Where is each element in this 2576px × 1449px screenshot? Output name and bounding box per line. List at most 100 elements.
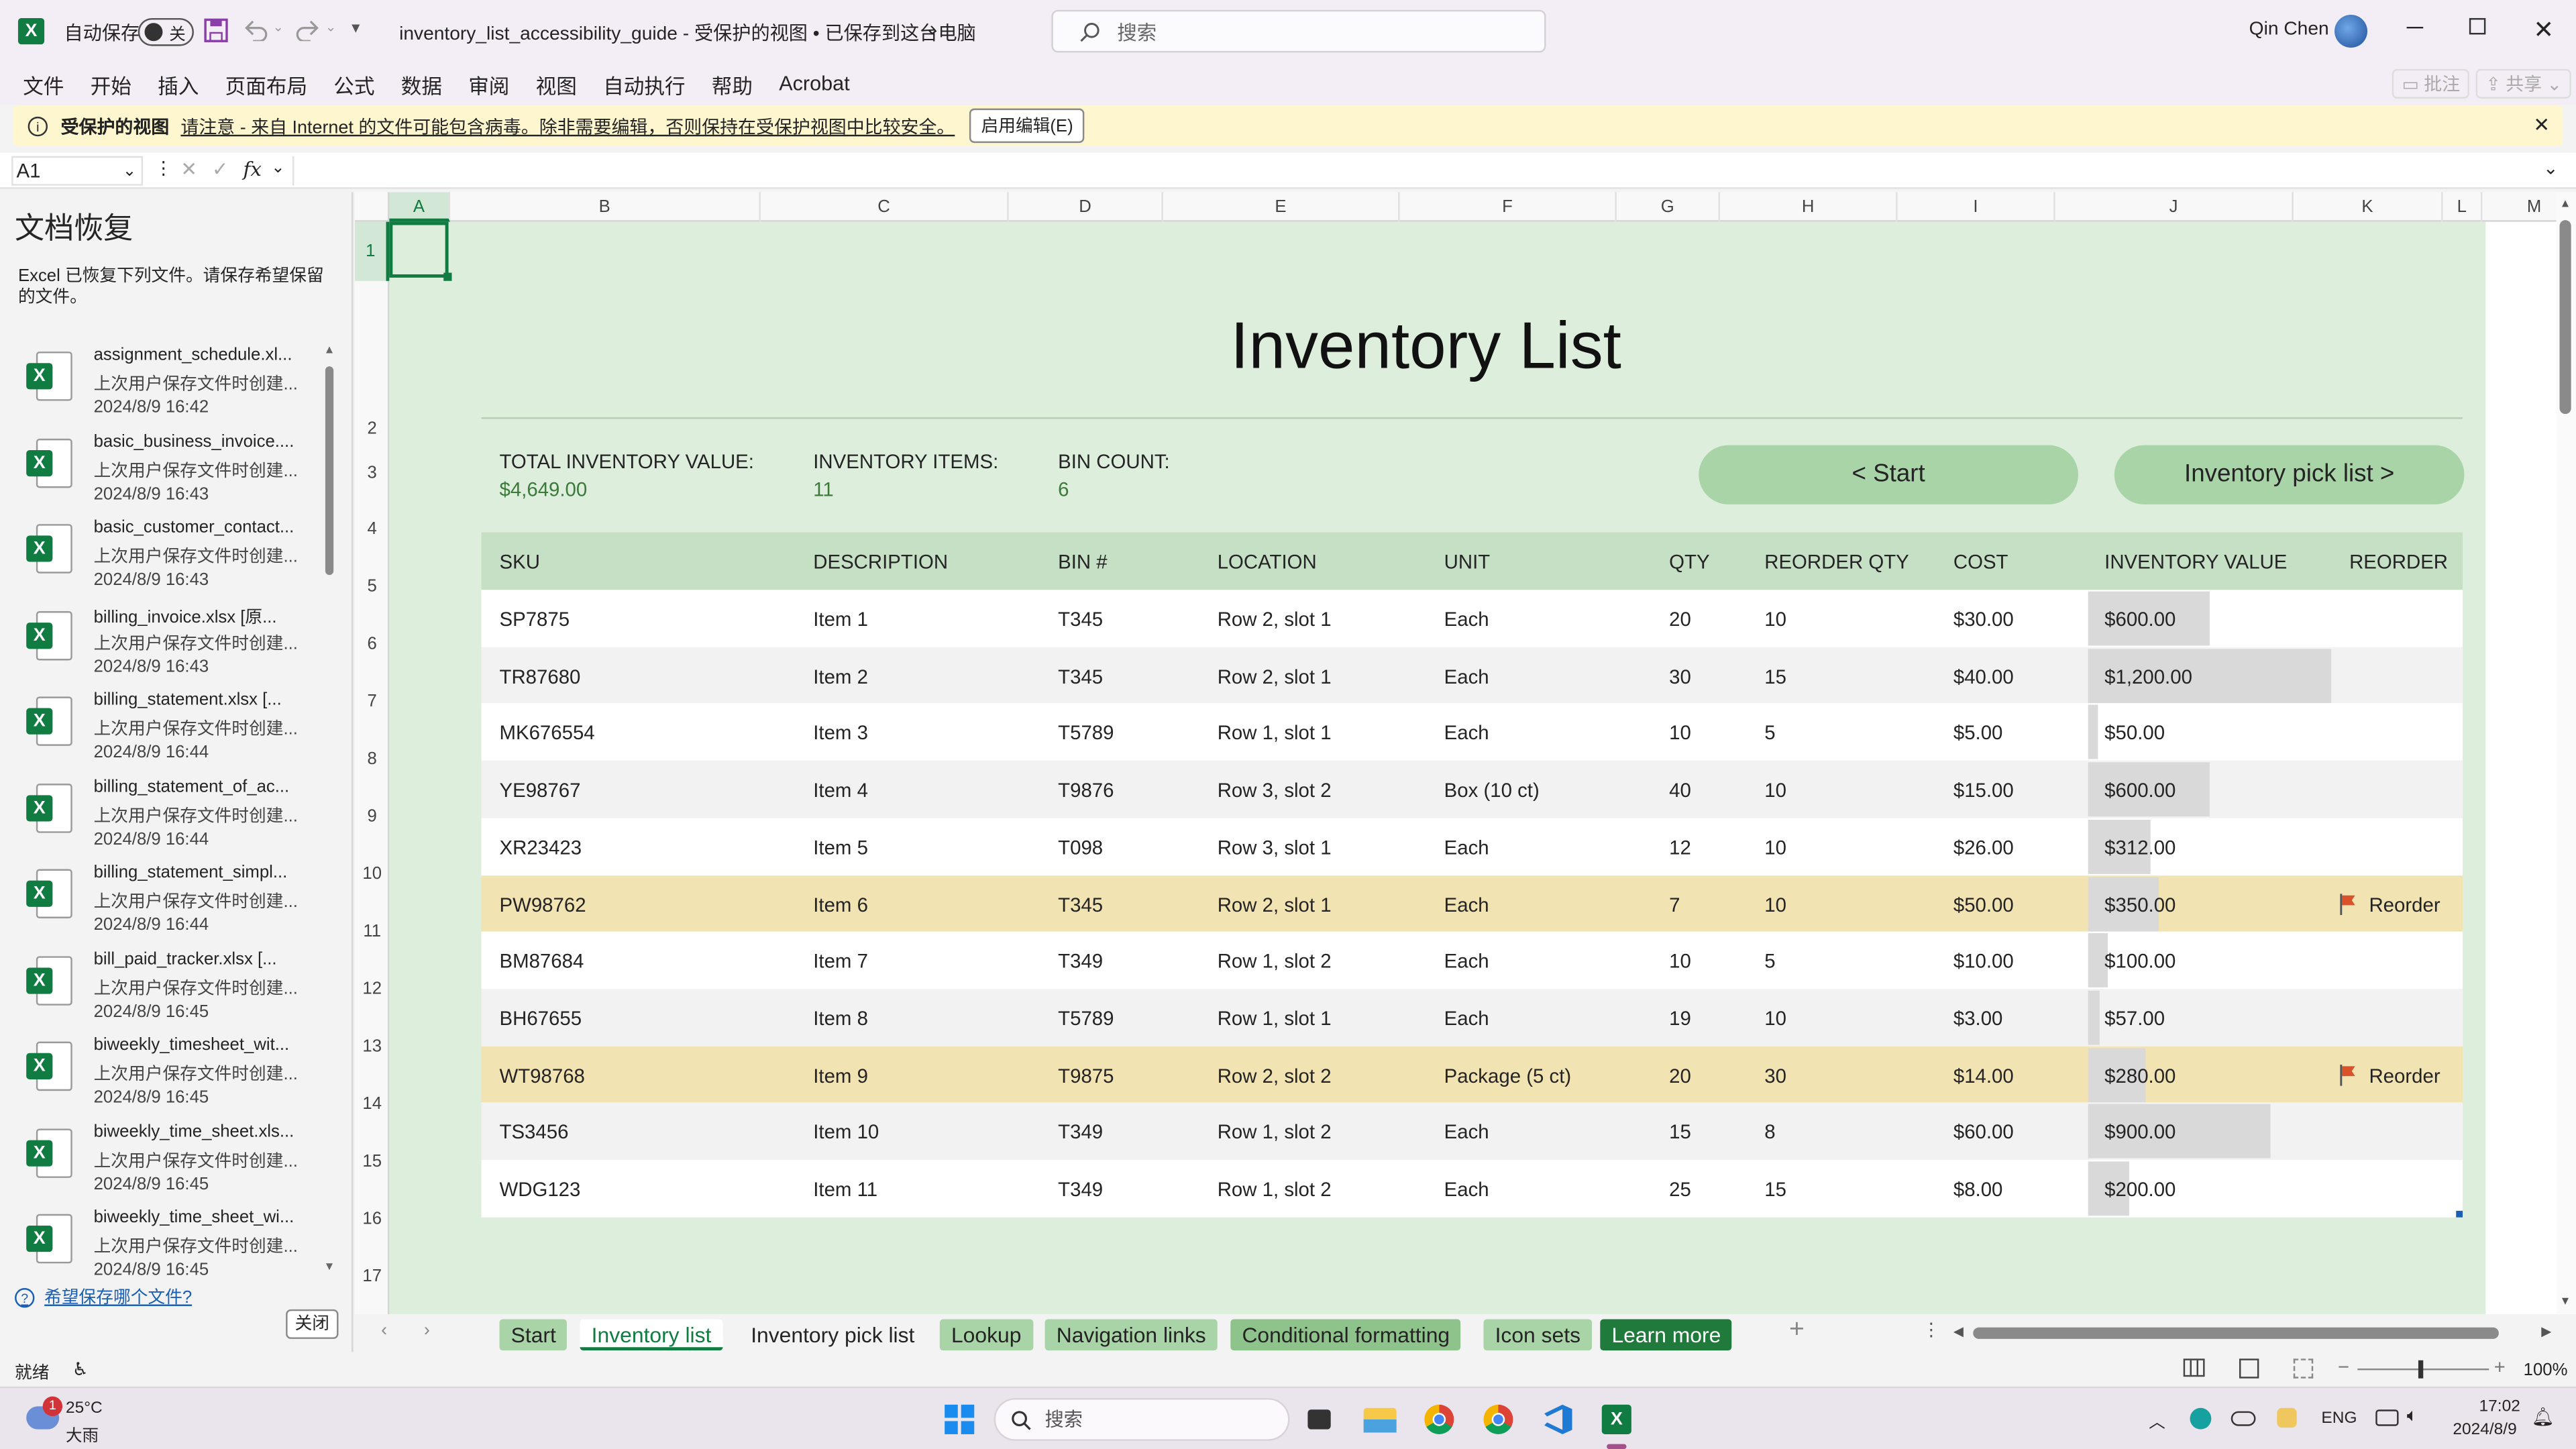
recovery-file-item[interactable]: Xbilling_statement.xlsx [... 上次用户保存文件时创建.…	[13, 690, 309, 775]
volume-icon[interactable]: 🔈︎	[2407, 1406, 2418, 1428]
expand-formula-icon[interactable]: ⌄	[2543, 158, 2559, 179]
title-dropdown-icon[interactable]: ⌄	[925, 18, 941, 39]
row-header[interactable]: 2	[355, 281, 389, 445]
sheet-tab[interactable]: Navigation links	[1044, 1319, 1218, 1351]
sheet-tab[interactable]: Inventory list	[580, 1319, 723, 1351]
network-icon[interactable]	[2375, 1409, 2399, 1426]
start-link-button[interactable]: < Start	[1699, 445, 2078, 504]
enable-editing-button[interactable]: 启用编辑(E)	[969, 108, 1085, 144]
fx-dropdown-icon[interactable]: ⌄	[271, 160, 285, 178]
vscode-icon[interactable]	[1538, 1400, 1577, 1440]
undo-dropdown-icon[interactable]: ⌄	[273, 19, 284, 34]
column-header[interactable]: C	[761, 192, 1009, 222]
row-header[interactable]: 13	[355, 1018, 389, 1076]
show-hidden-icons[interactable]: ︿	[2149, 1408, 2165, 1433]
row-header[interactable]: 10	[355, 846, 389, 904]
which-files-link[interactable]: ? 希望保存哪个文件?	[15, 1285, 192, 1309]
insert-function-icon[interactable]: fx	[243, 158, 261, 180]
zoom-level[interactable]: 100%	[2524, 1360, 2568, 1380]
chrome-profile-icon[interactable]	[1479, 1400, 1518, 1440]
notification-bell-icon[interactable]: 🔔︎	[2532, 1406, 2555, 1428]
column-header[interactable]: K	[2294, 192, 2443, 222]
taskbar-search[interactable]: 搜索	[994, 1398, 1290, 1441]
name-box[interactable]: A1 ⌄	[11, 156, 144, 186]
sheet-tab[interactable]: Learn more	[1600, 1319, 1733, 1351]
column-header[interactable]: G	[1617, 192, 1721, 222]
scroll-up-icon[interactable]: ▲	[323, 345, 335, 356]
row-header[interactable]: 1	[354, 221, 390, 281]
recovery-file-item[interactable]: Xbasic_business_invoice.... 上次用户保存文件时创建..…	[13, 431, 309, 517]
excel-taskbar-icon[interactable]: X	[1597, 1400, 1636, 1449]
sheet-tab[interactable]: Start	[499, 1319, 568, 1351]
table-resize-handle[interactable]	[2456, 1210, 2463, 1218]
task-view-icon[interactable]	[1301, 1400, 1341, 1440]
ribbon-tab[interactable]: Acrobat	[766, 62, 863, 105]
zoom-slider-thumb[interactable]	[2418, 1360, 2424, 1379]
scroll-right-icon[interactable]: ▶	[2541, 1324, 2551, 1339]
row-header[interactable]: 5	[355, 559, 389, 616]
ribbon-tab[interactable]: 数据	[388, 62, 455, 105]
scroll-left-icon[interactable]: ◀	[1953, 1324, 1964, 1339]
row-header[interactable]: 11	[355, 904, 389, 961]
ribbon-tab[interactable]: 公式	[321, 62, 388, 105]
ribbon-tab[interactable]: 审阅	[455, 62, 523, 105]
avatar[interactable]	[2334, 15, 2368, 48]
recovery-scrollbar[interactable]: ▲ ▼	[323, 345, 337, 1273]
recovery-file-item[interactable]: Xbiweekly_timesheet_wit... 上次用户保存文件时创建...…	[13, 1035, 309, 1120]
row-header[interactable]: 7	[355, 674, 389, 731]
row-header[interactable]: 3	[355, 445, 389, 501]
recovery-file-item[interactable]: Xbilling_statement_of_ac... 上次用户保存文件时创建..…	[13, 776, 309, 861]
recovery-file-item[interactable]: Xbiweekly_time_sheet.xls... 上次用户保存文件时创建..…	[13, 1121, 309, 1206]
redo-icon[interactable]	[296, 19, 321, 42]
column-header[interactable]: J	[2055, 192, 2294, 222]
fill-handle[interactable]	[443, 272, 452, 281]
page-break-icon[interactable]	[2293, 1358, 2314, 1379]
cancel-formula-icon[interactable]: ✕	[180, 158, 197, 180]
onedrive-icon[interactable]	[2231, 1411, 2256, 1426]
row-header[interactable]: 8	[355, 731, 389, 789]
document-title[interactable]: inventory_list_accessibility_guide - 受保护…	[399, 19, 976, 46]
accessibility-icon[interactable]: ♿	[72, 1358, 89, 1380]
normal-view-icon[interactable]	[2183, 1358, 2205, 1377]
clock-time[interactable]: 17:02	[2479, 1398, 2520, 1416]
tray-app-icon[interactable]	[2277, 1407, 2297, 1428]
select-all-corner[interactable]	[355, 192, 390, 222]
column-header[interactable]: B	[450, 192, 761, 222]
horizontal-scrollbar[interactable]: ◀ ▶	[1953, 1322, 2551, 1344]
recovery-file-item[interactable]: Xbiweekly_time_sheet_wi... 上次用户保存文件时创建...…	[13, 1208, 309, 1277]
zoom-out-icon[interactable]: −	[2338, 1355, 2349, 1378]
zoom-slider[interactable]	[2357, 1360, 2489, 1379]
column-header[interactable]: M	[2482, 193, 2556, 222]
formula-input[interactable]	[292, 156, 2530, 186]
tab-options-icon[interactable]: ⋮	[1922, 1320, 1940, 1340]
recovery-file-item[interactable]: Xbasic_customer_contact... 上次用户保存文件时创建...…	[13, 517, 309, 602]
row-header[interactable]: 17	[355, 1248, 389, 1306]
page-layout-icon[interactable]	[2239, 1358, 2259, 1379]
save-icon[interactable]	[204, 18, 229, 43]
column-header[interactable]: F	[1400, 192, 1617, 222]
add-sheet-icon[interactable]: +	[1789, 1316, 1805, 1346]
scroll-down-icon[interactable]: ▼	[2560, 1296, 2571, 1307]
ribbon-tab[interactable]: 自动执行	[590, 62, 698, 105]
vertical-scrollbar[interactable]: ▲ ▼	[2556, 192, 2576, 1315]
row-header[interactable]: 4	[355, 501, 389, 559]
search-box[interactable]: 搜索	[1051, 9, 1546, 53]
scroll-up-icon[interactable]: ▲	[2560, 199, 2571, 210]
undo-icon[interactable]	[243, 19, 268, 42]
ribbon-tab[interactable]: 帮助	[698, 62, 765, 105]
sheet-tab[interactable]: Conditional formatting	[1230, 1319, 1462, 1351]
column-header[interactable]: L	[2443, 192, 2483, 222]
tab-scroll-right-icon[interactable]: ›	[424, 1321, 430, 1340]
clock-date[interactable]: 2024/8/9	[2453, 1421, 2516, 1439]
protected-view-message[interactable]: 请注意 - 来自 Internet 的文件可能包含病毒。除非需要编辑，否则保持在…	[180, 113, 955, 139]
column-header[interactable]: D	[1009, 192, 1163, 222]
close-infobar-icon[interactable]: ✕	[2533, 113, 2550, 136]
column-header[interactable]: H	[1720, 192, 1898, 222]
formula-more-icon[interactable]: ⋮	[154, 158, 172, 179]
recovery-file-item[interactable]: Xbill_paid_tracker.xlsx [... 上次用户保存文件时创建.…	[13, 949, 309, 1034]
active-cell[interactable]	[389, 221, 449, 278]
ribbon-tab[interactable]: 视图	[523, 62, 590, 105]
minimize-icon[interactable]: ─	[2407, 13, 2423, 40]
recovery-file-item[interactable]: Xassignment_schedule.xl... 上次用户保存文件时创建...…	[13, 345, 309, 430]
row-header[interactable]: 9	[355, 789, 389, 847]
